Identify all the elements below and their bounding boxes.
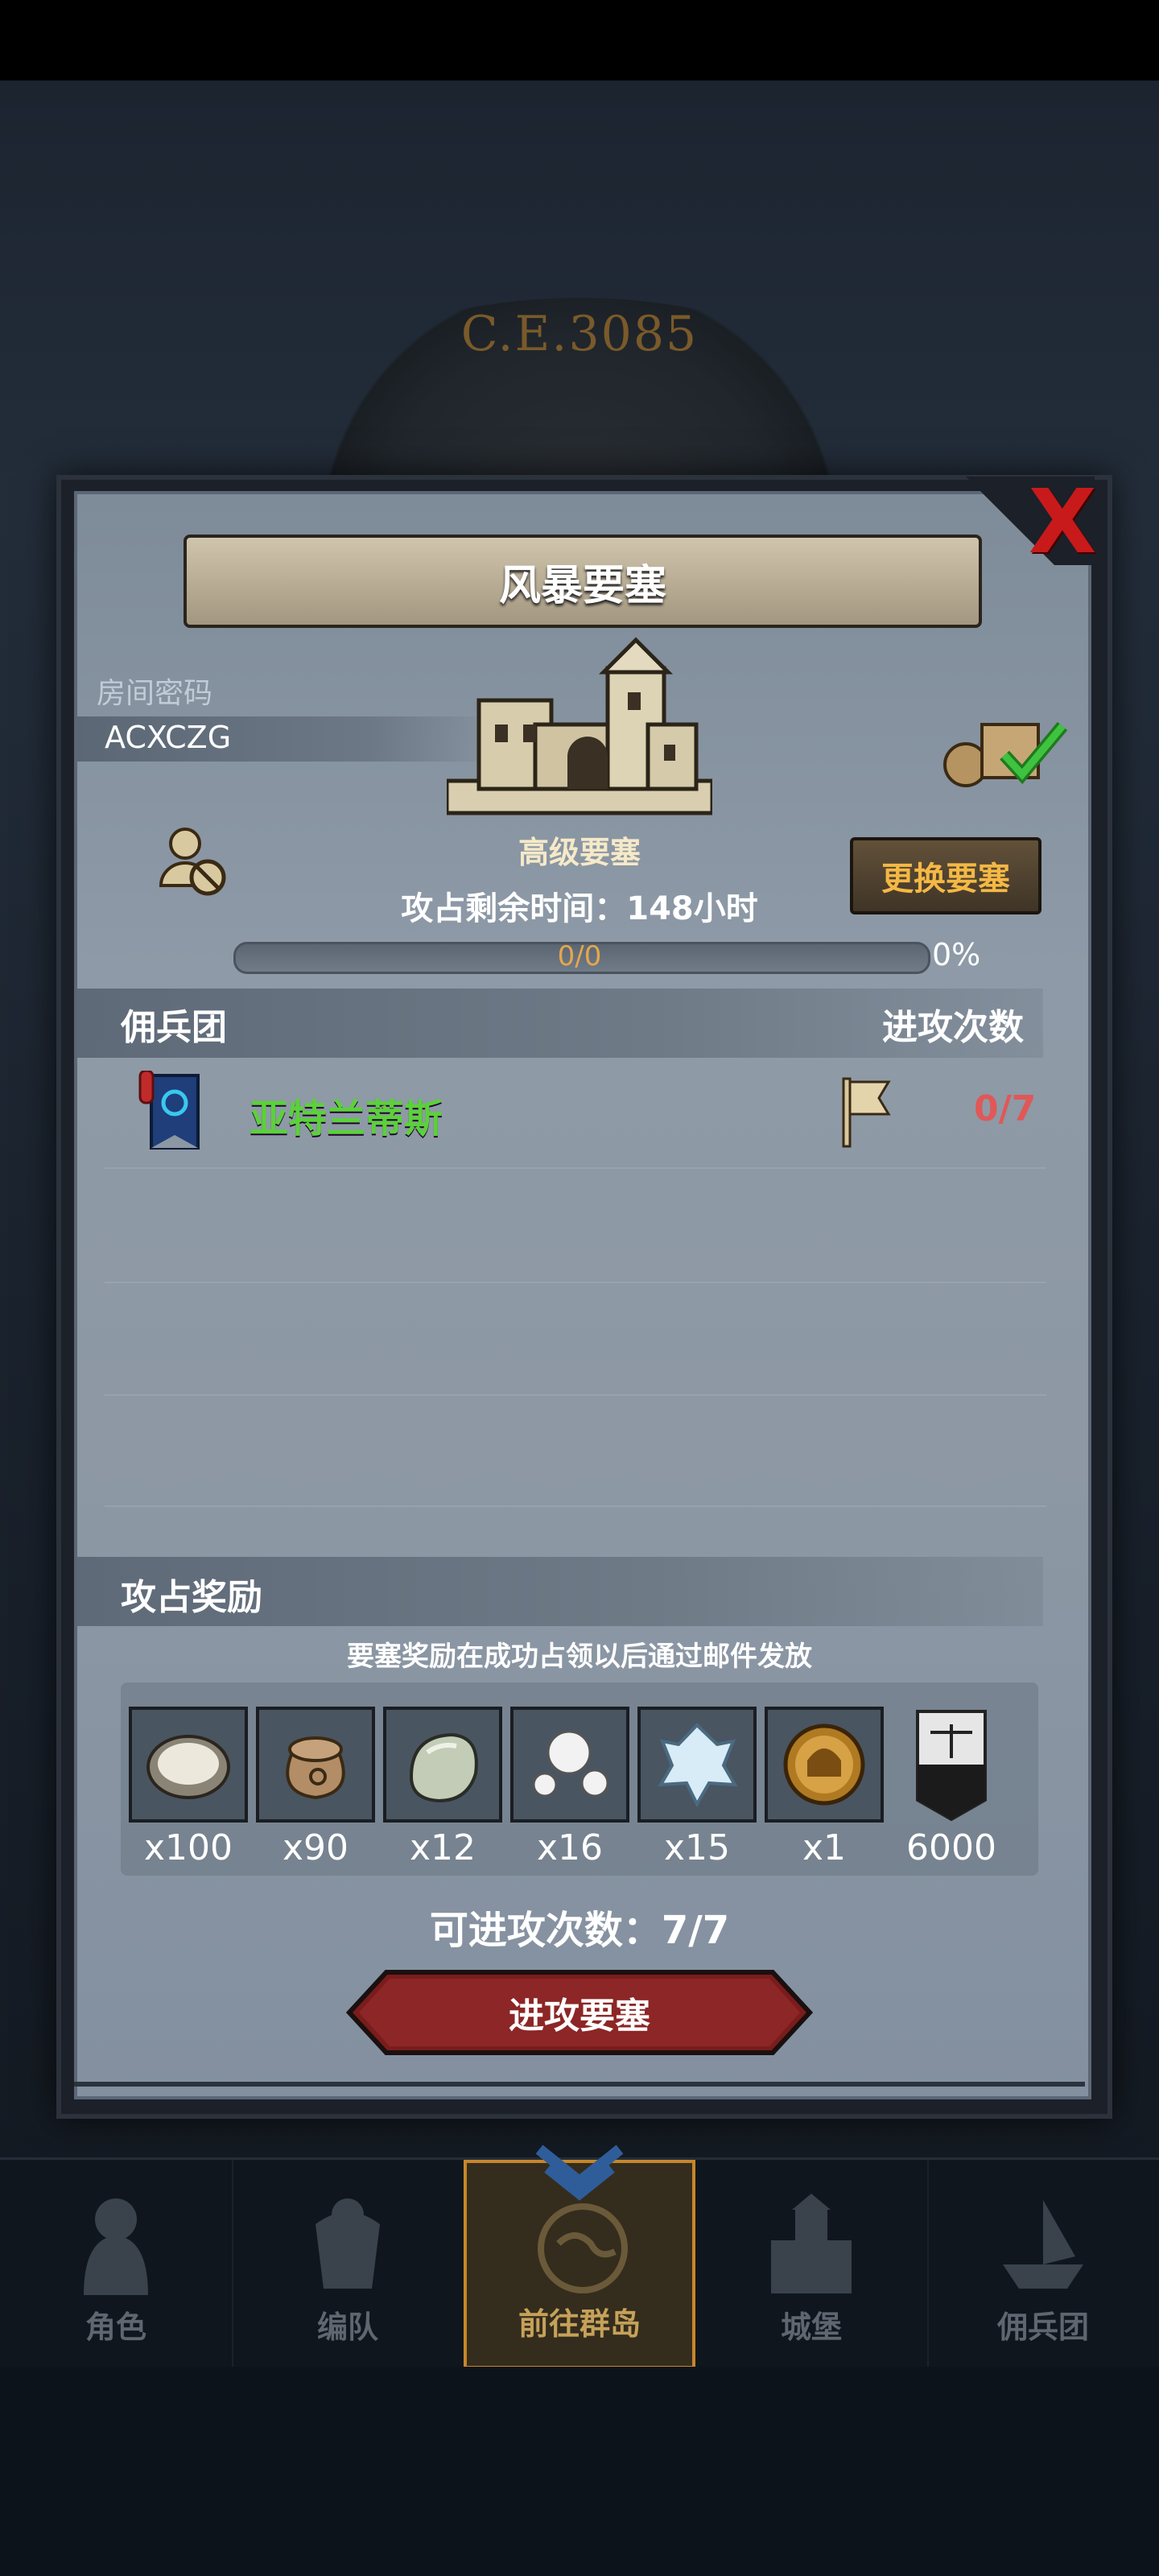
nav-formation[interactable]: 编队 [232,2160,465,2369]
capture-time-remaining: 攻占剩余时间：148小时 [401,890,758,927]
reward-item[interactable] [510,1707,629,1823]
row-divider [105,1167,1046,1169]
reward-item[interactable] [637,1707,757,1823]
guild-banner-icon [138,1071,200,1150]
reward-note: 要塞奖励在成功占领以后通过邮件发放 [347,1641,812,1673]
ship-icon [1003,2200,1083,2289]
flag-icon [842,1077,891,1148]
room-code-value[interactable]: ACXCZG [105,720,231,755]
modal-bottom-rule [74,2082,1085,2087]
reward-qty: x1 [802,1827,847,1868]
available-attacks: 可进攻次数：7/7 [429,1908,730,1953]
close-button[interactable]: X [1029,477,1097,566]
nav-label: 角色 [85,2310,146,2345]
reward-qty: x12 [409,1827,476,1868]
oyster-icon [146,1735,230,1799]
reward-qty: x16 [536,1827,604,1868]
armor-icon [316,2198,380,2289]
reward-claimed-icon[interactable] [942,708,1070,789]
reward-qty: x90 [282,1827,349,1868]
castle-icon [771,2194,852,2293]
nav-label: 佣兵团 [996,2310,1089,2345]
reward-item[interactable] [383,1707,502,1823]
close-icon: X [1028,470,1097,573]
pearls-icon [532,1730,609,1798]
stone-icon [409,1732,478,1803]
reward-items-panel: x100 x90 x12 x16 x15 x1 6000 [121,1682,1038,1876]
nav-castle[interactable]: 城堡 [695,2160,929,2369]
reward-section-title: 攻占奖励 [121,1577,262,1618]
sack-icon [286,1736,345,1800]
capture-progress-text: 0/0 [557,940,602,972]
fortress-castle-icon [447,637,712,815]
reward-item[interactable] [892,1707,1011,1823]
guild-name[interactable]: 亚特兰蒂斯 [250,1087,443,1143]
guild-attack-count: 0/7 [974,1088,1037,1129]
capture-progress-percent: 0% [932,937,981,972]
modal-title: 风暴要塞 [184,535,982,628]
status-bar [0,0,1159,80]
bottom-background [0,2367,1159,2576]
attack-fortress-button[interactable]: 进攻要塞 [346,1969,813,2056]
reward-item[interactable] [765,1707,884,1823]
nav-label: 城堡 [780,2310,842,2345]
row-divider [105,1394,1046,1396]
helmet-medal-icon [783,1724,865,1806]
row-divider [105,1505,1046,1507]
nav-character[interactable]: 角色 [0,2160,233,2369]
reward-qty: x15 [663,1827,731,1868]
nav-label: 前往群岛 [518,2306,641,2342]
reward-qty: x100 [143,1827,233,1868]
mercenary-column-header: 佣兵团 [121,1007,227,1048]
row-divider [105,1282,1046,1283]
reward-item[interactable] [129,1707,248,1823]
active-tab-chevron-icon [535,2145,624,2201]
scales-banner-icon [916,1710,987,1821]
nav-label: 编队 [316,2310,378,2345]
era-label: C.E.3085 [460,306,699,362]
reward-item[interactable] [256,1707,375,1823]
crystal-icon [658,1723,738,1808]
nav-mercenaries[interactable]: 佣兵团 [927,2160,1159,2369]
reward-qty: 6000 [906,1827,996,1868]
globe-icon [538,2203,628,2293]
room-code-label: 房间密码 [97,677,213,710]
attack-count-column-header: 进攻次数 [882,1007,1024,1048]
knight-icon [84,2198,148,2295]
